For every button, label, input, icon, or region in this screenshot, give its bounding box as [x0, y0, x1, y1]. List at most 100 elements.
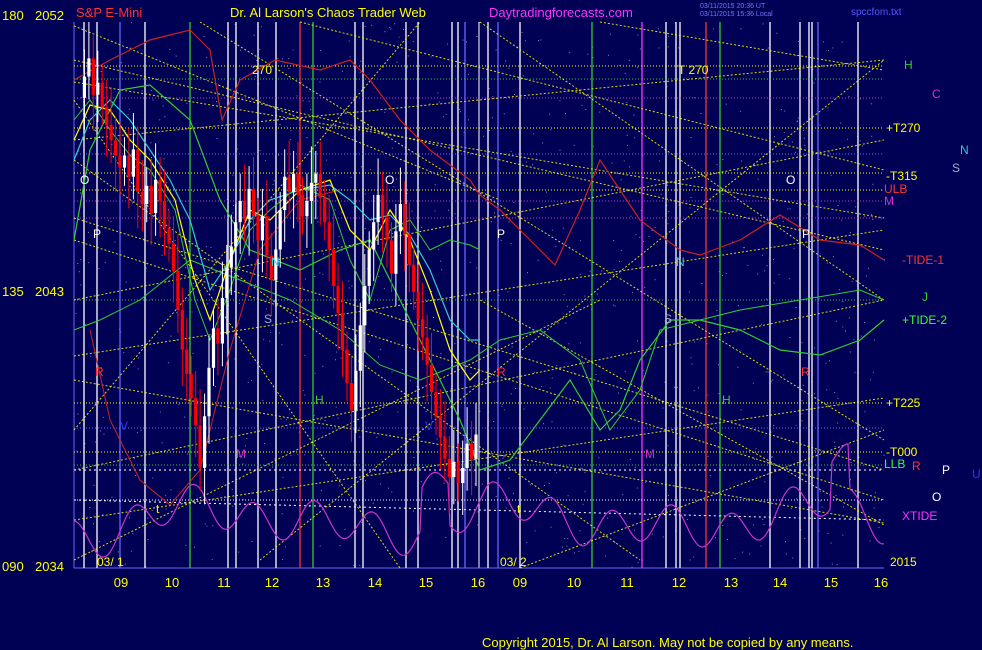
- price-bar-body: [318, 173, 322, 198]
- star-dot: [166, 182, 168, 184]
- star-dot: [319, 81, 321, 83]
- star-dot: [278, 332, 280, 334]
- star-dot: [476, 36, 478, 37]
- chart-annotation: O: [786, 173, 795, 187]
- star-dot: [310, 109, 312, 110]
- star-dot: [120, 62, 122, 64]
- star-dot: [382, 66, 384, 68]
- star-dot: [831, 563, 833, 565]
- star-dot: [216, 138, 218, 140]
- star-dot: [322, 273, 324, 275]
- star-dot: [864, 411, 866, 413]
- star-dot: [582, 361, 583, 363]
- star-dot: [563, 444, 565, 446]
- star-dot: [838, 289, 840, 291]
- star-dot: [620, 179, 622, 181]
- star-dot: [359, 505, 360, 507]
- price-bar-body: [474, 434, 478, 459]
- price-bar-body: [211, 328, 216, 368]
- price-bar-body: [349, 383, 353, 411]
- star-dot: [626, 134, 628, 136]
- star-dot: [320, 49, 322, 51]
- star-dot: [269, 340, 271, 342]
- chart-annotation: O: [385, 173, 394, 187]
- star-dot: [848, 95, 850, 97]
- star-dot: [757, 178, 759, 180]
- star-dot: [263, 276, 265, 278]
- site-url[interactable]: Daytradingforecasts.com: [489, 5, 633, 20]
- star-dot: [581, 104, 583, 106]
- star-dot: [264, 160, 266, 162]
- star-dot: [199, 290, 201, 292]
- price-bar-body: [443, 437, 447, 459]
- copyright-notice: Copyright 2015, Dr. Al Larson. May not b…: [482, 635, 854, 650]
- star-dot: [766, 265, 768, 267]
- star-dot: [654, 226, 656, 228]
- star-dot: [202, 258, 204, 260]
- star-dot: [212, 525, 214, 527]
- star-dot: [510, 243, 512, 244]
- price-bar-body: [220, 298, 224, 344]
- star-dot: [340, 357, 342, 359]
- star-dot: [845, 330, 846, 332]
- price-bar-body: [314, 173, 318, 183]
- star-dot: [662, 407, 664, 409]
- star-dot: [873, 507, 875, 509]
- star-dot: [290, 454, 292, 456]
- star-dot: [128, 108, 130, 110]
- star-dot: [281, 58, 283, 60]
- price-bar-body: [265, 216, 269, 256]
- star-dot: [438, 406, 440, 408]
- star-dot: [771, 456, 773, 458]
- price-bar-body: [438, 416, 442, 438]
- star-dot: [534, 530, 536, 532]
- star-dot: [323, 253, 325, 255]
- star-dot: [563, 294, 565, 296]
- star-dot: [865, 275, 867, 277]
- star-dot: [273, 180, 275, 182]
- star-dot: [490, 221, 492, 223]
- right-label: H: [904, 58, 913, 72]
- star-dot: [124, 563, 126, 565]
- star-dot: [505, 507, 507, 509]
- star-dot: [78, 271, 80, 273]
- star-dot: [796, 498, 797, 500]
- star-dot: [512, 492, 514, 494]
- x-tick-label: 13: [316, 575, 330, 590]
- star-dot: [801, 420, 803, 422]
- star-dot: [688, 291, 690, 293]
- price-bar-body: [234, 222, 238, 247]
- chart-annotation: V: [425, 419, 433, 433]
- star-dot: [192, 97, 194, 98]
- star-dot: [818, 298, 820, 300]
- star-dot: [411, 470, 413, 471]
- star-dot: [162, 105, 164, 107]
- star-dot: [776, 32, 778, 34]
- star-dot: [184, 416, 186, 418]
- price-bar-body: [429, 364, 434, 393]
- star-dot: [163, 158, 165, 160]
- star-dot: [255, 283, 256, 285]
- star-dot: [403, 28, 404, 30]
- star-dot: [360, 60, 362, 62]
- star-dot: [774, 136, 776, 138]
- price-bar-body: [140, 191, 144, 204]
- star-dot: [236, 148, 238, 150]
- star-dot: [391, 147, 393, 149]
- star-dot: [380, 348, 382, 350]
- star-dot: [825, 362, 827, 364]
- price-bar-body: [145, 185, 149, 204]
- star-dot: [850, 462, 852, 464]
- star-dot: [596, 293, 598, 295]
- star-dot: [787, 208, 789, 210]
- star-dot: [270, 119, 272, 121]
- x-tick-label: 15: [419, 575, 433, 590]
- star-dot: [795, 307, 797, 308]
- star-dot: [735, 191, 737, 193]
- star-dot: [694, 341, 696, 343]
- right-label: N: [960, 143, 969, 157]
- star-dot: [98, 540, 100, 542]
- star-dot: [755, 448, 757, 450]
- star-dot: [411, 210, 413, 212]
- star-dot: [150, 90, 152, 91]
